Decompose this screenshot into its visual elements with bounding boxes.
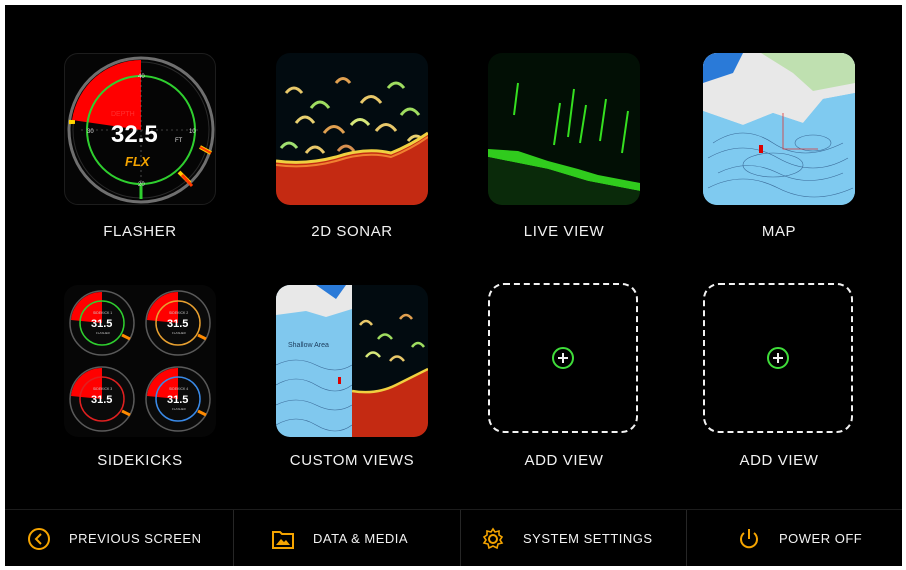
data-media-button[interactable]: DATA & MEDIA <box>271 510 408 566</box>
sidekick-1-depth: 31.5 <box>91 318 112 330</box>
sidekick-2-sub: FLASHER <box>172 331 187 335</box>
map-view-tile[interactable] <box>703 53 855 205</box>
sidekick-1-sub: FLASHER <box>96 331 111 335</box>
home-screen: 40 30 10 20 DEPTH 32.5 FT FLX FLASHER 2D… <box>5 5 902 566</box>
sidekick-2-depth: 31.5 <box>167 318 188 330</box>
2d-sonar-label: 2D SONAR <box>311 223 393 240</box>
power-off-label: POWER OFF <box>779 531 863 546</box>
folder-image-icon <box>272 530 294 549</box>
flasher-brand-logo: FLX <box>125 154 151 169</box>
sidekick-1-label: SIDEKICK 1 <box>93 311 112 315</box>
flasher-view-tile[interactable]: 40 30 10 20 DEPTH 32.5 FT FLX <box>64 53 216 205</box>
flasher-label: FLASHER <box>103 223 177 240</box>
previous-screen-button[interactable]: PREVIOUS SCREEN <box>27 510 201 566</box>
sidekicks-label: SIDEKICKS <box>97 452 183 469</box>
custom-views-tile[interactable]: Shallow Area <box>276 285 428 437</box>
sonar-thumbnail <box>276 53 428 205</box>
flasher-scale-left: 30 <box>87 129 94 135</box>
custom-views-map-text: Shallow Area <box>288 342 329 349</box>
sidekick-4-sub: FLASHER <box>172 407 187 411</box>
live-view-thumbnail <box>488 53 640 205</box>
flasher-scale-top: 40 <box>138 74 145 80</box>
add-view-label-1: ADD VIEW <box>524 452 604 469</box>
power-icon <box>740 528 758 548</box>
add-view-tile-1[interactable] <box>488 283 638 433</box>
power-off-button[interactable]: POWER OFF <box>737 510 862 566</box>
system-settings-button[interactable]: SYSTEM SETTINGS <box>481 510 653 566</box>
gear-icon <box>482 527 504 549</box>
add-plus-icon <box>767 347 789 369</box>
map-thumbnail <box>703 53 855 205</box>
sidekick-4-label: SIDEKICK 4 <box>169 387 188 391</box>
divider <box>233 510 234 566</box>
chevron-left-icon <box>28 527 50 550</box>
add-plus-icon <box>552 347 574 369</box>
sidekicks-view-tile[interactable]: SIDEKICK 1 31.5 FLASHER SIDEKICK 2 31.5 … <box>64 285 216 437</box>
flasher-depth-value: 32.5 <box>111 121 158 148</box>
sidekicks-thumbnail: SIDEKICK 1 31.5 FLASHER SIDEKICK 2 31.5 … <box>69 290 211 432</box>
2d-sonar-view-tile[interactable] <box>276 53 428 205</box>
flasher-scale-bottom: 20 <box>138 182 145 188</box>
system-settings-label: SYSTEM SETTINGS <box>523 531 653 546</box>
sidekick-3-depth: 31.5 <box>91 394 112 406</box>
live-view-label: LIVE VIEW <box>523 223 605 240</box>
sidekick-4-depth: 31.5 <box>167 394 188 406</box>
flasher-depth-unit: FT <box>175 138 183 144</box>
add-view-label-2: ADD VIEW <box>739 452 819 469</box>
sidekick-3-label: SIDEKICK 3 <box>93 387 112 391</box>
previous-screen-label: PREVIOUS SCREEN <box>69 531 202 546</box>
divider <box>460 510 461 566</box>
bottom-bar: PREVIOUS SCREEN DATA & MEDIA SYSTEM SETT… <box>5 509 902 566</box>
live-view-tile[interactable] <box>488 53 640 205</box>
flasher-scale-right: 10 <box>189 129 196 135</box>
custom-views-thumbnail: Shallow Area <box>276 285 428 437</box>
add-view-tile-2[interactable] <box>703 283 853 433</box>
flasher-depth-label: DEPTH <box>111 111 135 118</box>
map-label: MAP <box>761 223 797 240</box>
sidekick-2-label: SIDEKICK 2 <box>169 311 188 315</box>
data-media-label: DATA & MEDIA <box>313 531 409 546</box>
custom-views-label: CUSTOM VIEWS <box>289 452 415 469</box>
flasher-thumbnail: 40 30 10 20 DEPTH 32.5 FT FLX <box>67 56 215 204</box>
divider <box>686 510 687 566</box>
